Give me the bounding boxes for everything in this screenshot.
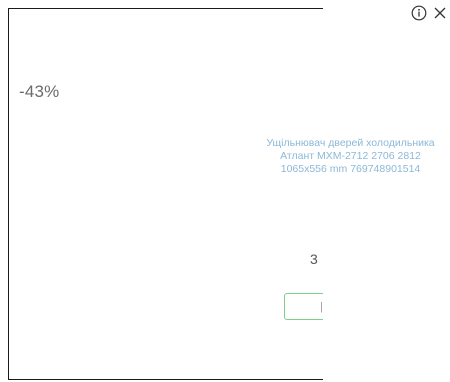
product-title-overlay: Ущільнювач дверей холодильника Атлант МХ… [246, 137, 450, 176]
product-title-overlay-line-1: Ущільнювач дверей холодильника [266, 137, 435, 149]
product-price: 3 [310, 251, 318, 267]
product-title-overlay-line-2: Атлант МХМ-2712 2706 2812 [280, 150, 421, 162]
clip-mask [323, 0, 450, 382]
close-icon[interactable] [431, 4, 449, 22]
product-title-overlay-line-3: 1065x556 mm 769748901514 [280, 163, 421, 175]
clip-mask-cta [323, 290, 353, 324]
info-icon[interactable] [410, 4, 428, 22]
ad-choices [408, 0, 450, 26]
ad-banner[interactable]: -43% Ущільнювач дверей холодильника Атла… [0, 0, 450, 382]
discount-badge: -43% [19, 82, 60, 101]
